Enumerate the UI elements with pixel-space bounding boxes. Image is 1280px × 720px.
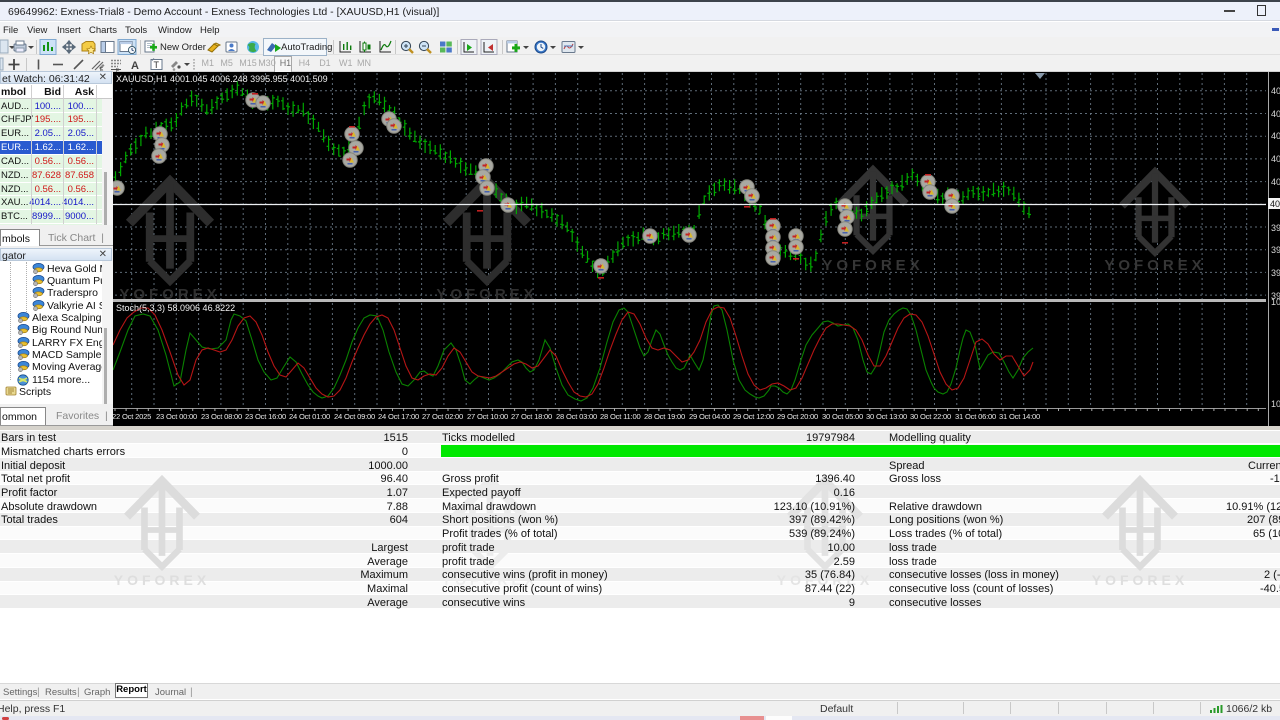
svg-text:23 Oct 00:00: 23 Oct 00:00 xyxy=(156,412,197,421)
svg-text:28 Oct 19:00: 28 Oct 19:00 xyxy=(644,412,685,421)
svg-text:24 Oct 17:00: 24 Oct 17:00 xyxy=(378,412,419,421)
svg-text:27 Oct 10:00: 27 Oct 10:00 xyxy=(467,412,508,421)
svg-text:40: 40 xyxy=(1271,131,1280,141)
svg-text:39: 39 xyxy=(1271,268,1280,278)
svg-text:29 Oct 12:00: 29 Oct 12:00 xyxy=(733,412,774,421)
svg-text:YOFOREX: YOFOREX xyxy=(1104,257,1205,274)
svg-text:40: 40 xyxy=(1271,86,1280,96)
svg-text:24 Oct 09:00: 24 Oct 09:00 xyxy=(334,412,375,421)
svg-text:39: 39 xyxy=(1271,245,1280,255)
svg-text:T: T xyxy=(154,60,160,70)
svg-text:22 Oct 2025: 22 Oct 2025 xyxy=(113,412,151,421)
svg-text:10: 10 xyxy=(1271,399,1280,409)
svg-text:Stoch(5,3,3) 58.0906 46.8222: Stoch(5,3,3) 58.0906 46.8222 xyxy=(116,303,235,313)
svg-text:30 Oct 13:00: 30 Oct 13:00 xyxy=(866,412,907,421)
svg-text:29 Oct 04:00: 29 Oct 04:00 xyxy=(689,412,730,421)
svg-text:A: A xyxy=(131,60,139,72)
svg-text:31 Oct 06:00: 31 Oct 06:00 xyxy=(955,412,996,421)
svg-text:30 Oct 22:00: 30 Oct 22:00 xyxy=(910,412,951,421)
svg-text:27 Oct 02:00: 27 Oct 02:00 xyxy=(422,412,463,421)
svg-text:30 Oct 05:00: 30 Oct 05:00 xyxy=(822,412,863,421)
svg-text:27 Oct 18:00: 27 Oct 18:00 xyxy=(511,412,552,421)
svg-text:40: 40 xyxy=(1271,154,1280,164)
svg-text:31 Oct 14:00: 31 Oct 14:00 xyxy=(999,412,1040,421)
svg-text:10: 10 xyxy=(1271,297,1280,307)
svg-text:39: 39 xyxy=(1271,223,1280,233)
svg-text:29 Oct 20:00: 29 Oct 20:00 xyxy=(777,412,818,421)
svg-text:28 Oct 11:00: 28 Oct 11:00 xyxy=(600,412,641,421)
svg-text:24 Oct 01:00: 24 Oct 01:00 xyxy=(289,412,330,421)
svg-text:23 Oct 08:00: 23 Oct 08:00 xyxy=(201,412,242,421)
svg-text:40: 40 xyxy=(1271,177,1280,187)
svg-text:28 Oct 03:00: 28 Oct 03:00 xyxy=(556,412,597,421)
svg-text:40: 40 xyxy=(1271,109,1280,119)
svg-text:YOFOREX: YOFOREX xyxy=(822,257,923,274)
svg-text:40: 40 xyxy=(1270,199,1280,209)
svg-text:XAUUSD,H1 4001.045 4006.248 3: XAUUSD,H1 4001.045 4006.248 3995.955 400… xyxy=(116,74,328,84)
svg-text:23 Oct 16:00: 23 Oct 16:00 xyxy=(245,412,286,421)
